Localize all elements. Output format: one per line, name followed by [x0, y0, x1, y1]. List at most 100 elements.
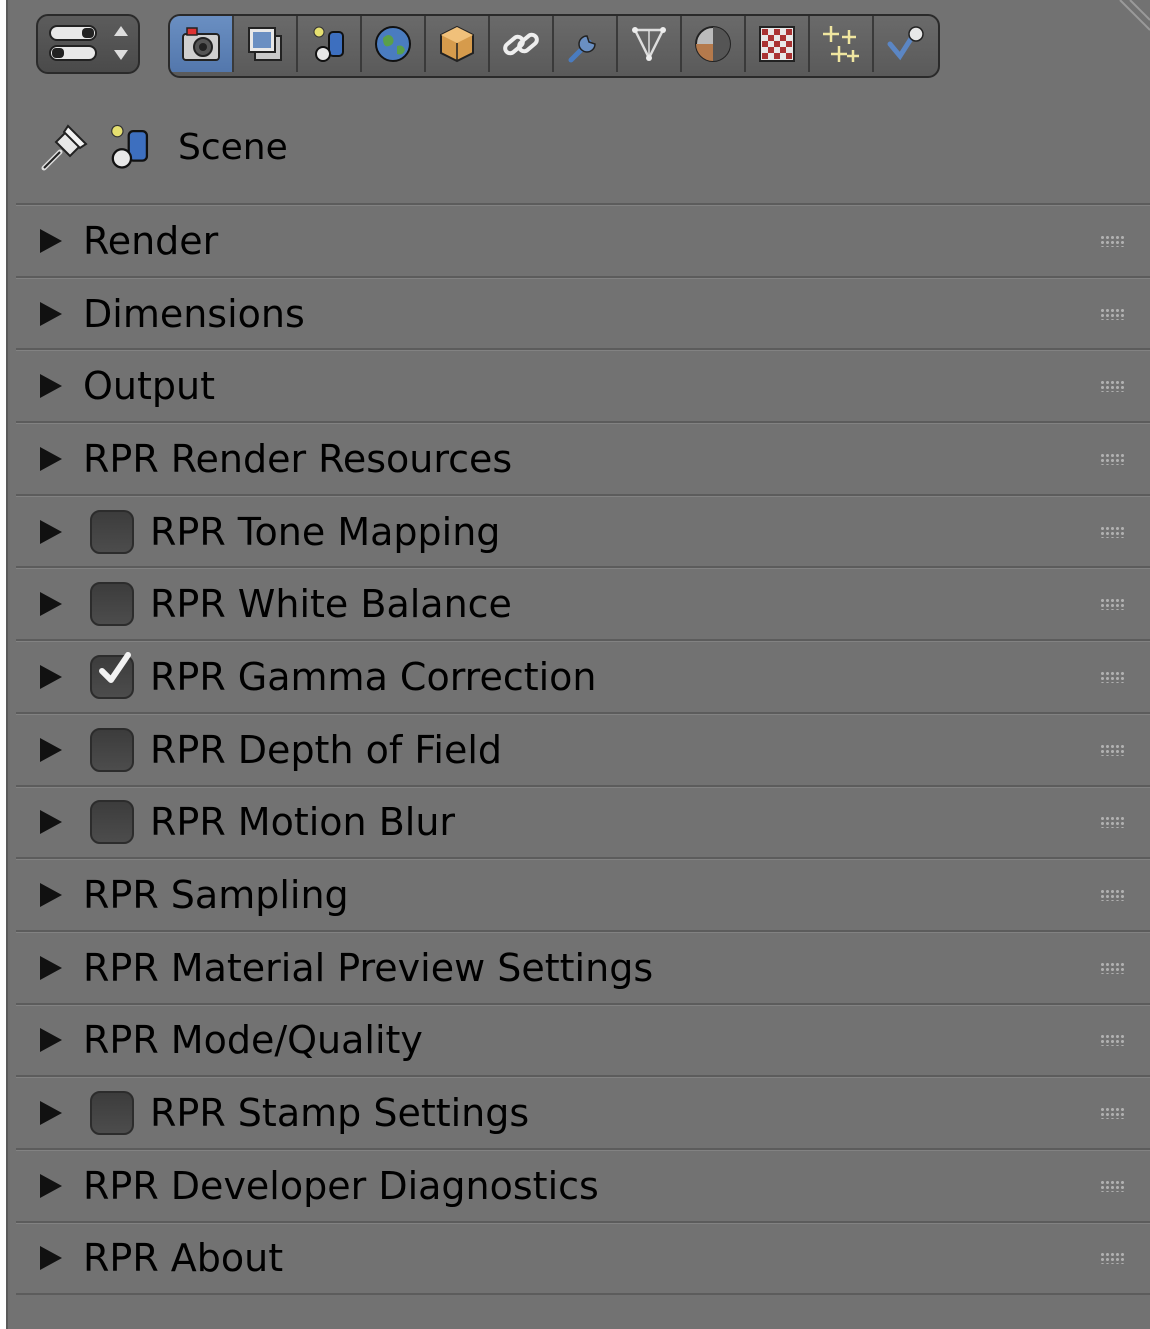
panel-label: RPR White Balance: [150, 582, 512, 627]
panel-header[interactable]: RPR About: [16, 1222, 1150, 1296]
drag-handle-icon[interactable]: [1100, 1252, 1124, 1265]
constraints-icon: [503, 32, 539, 56]
material-icon: [695, 26, 731, 62]
panel-label: RPR Motion Blur: [150, 800, 456, 845]
drag-handle-icon[interactable]: [1100, 961, 1124, 974]
tab-object[interactable]: [426, 16, 490, 72]
panel-header[interactable]: RPR Tone Mapping: [16, 495, 1150, 569]
drag-handle-icon[interactable]: [1100, 743, 1124, 756]
tab-render[interactable]: [170, 16, 234, 72]
panel-label: RPR Render Resources: [83, 436, 513, 481]
physics-icon: [887, 26, 924, 61]
disclosure-triangle-icon[interactable]: [40, 519, 62, 544]
drag-handle-icon[interactable]: [1100, 889, 1124, 902]
panel-label: Dimensions: [83, 291, 305, 336]
particles-icon: [823, 26, 859, 62]
drag-handle-icon[interactable]: [1100, 307, 1124, 320]
disclosure-triangle-icon[interactable]: [40, 301, 62, 326]
world-icon: [375, 26, 411, 62]
panel-enable-checkbox[interactable]: [90, 582, 134, 627]
drag-handle-icon[interactable]: [1100, 1107, 1124, 1120]
panel-header[interactable]: RPR White Balance: [16, 568, 1150, 642]
drag-handle-icon[interactable]: [1100, 816, 1124, 829]
tab-particles[interactable]: [810, 16, 874, 72]
drag-handle-icon[interactable]: [1100, 380, 1124, 393]
panel-header[interactable]: RPR Material Preview Settings: [16, 931, 1150, 1005]
disclosure-triangle-icon[interactable]: [40, 1173, 62, 1198]
properties-editor: Scene Render Dimensions Output RPR Render R…: [6, 0, 1150, 1329]
disclosure-triangle-icon[interactable]: [40, 664, 62, 689]
panel-header[interactable]: RPR Gamma Correction: [16, 641, 1150, 714]
panel-label: RPR Mode/Quality: [83, 1018, 423, 1063]
checkmark-icon: [99, 651, 131, 683]
tab-render-layers[interactable]: [234, 16, 298, 72]
disclosure-triangle-icon[interactable]: [40, 1028, 62, 1053]
tab-constraints[interactable]: [490, 16, 554, 72]
drag-handle-icon[interactable]: [1100, 670, 1124, 683]
panel-header[interactable]: RPR Sampling: [16, 859, 1150, 932]
object-icon: [440, 25, 474, 63]
panel-header[interactable]: RPR Mode/Quality: [16, 1004, 1150, 1078]
drag-handle-icon[interactable]: [1100, 525, 1124, 538]
panel-enable-checkbox[interactable]: [90, 651, 134, 699]
drag-handle-icon[interactable]: [1100, 234, 1124, 247]
tab-world[interactable]: [362, 16, 426, 72]
panel-enable-checkbox[interactable]: [90, 509, 134, 554]
disclosure-triangle-icon[interactable]: [40, 1101, 62, 1126]
panel-header[interactable]: RPR Developer Diagnostics: [16, 1149, 1150, 1223]
panel-label: RPR Tone Mapping: [150, 509, 501, 554]
tab-material[interactable]: [682, 16, 746, 72]
panel-label: RPR Depth of Field: [150, 727, 503, 772]
area-resize-corner-icon[interactable]: [1110, 0, 1150, 40]
panel-enable-checkbox[interactable]: [90, 727, 134, 772]
tab-data[interactable]: [618, 16, 682, 72]
render-camera-icon: [182, 27, 220, 61]
disclosure-triangle-icon[interactable]: [40, 446, 62, 471]
panel-label: Render: [83, 218, 219, 263]
panel-label: RPR Gamma Correction: [150, 654, 597, 699]
tab-texture[interactable]: [746, 16, 810, 72]
panel-label: RPR Sampling: [83, 873, 349, 918]
scene-icon: [111, 124, 149, 169]
panel-header[interactable]: Render: [16, 205, 1150, 278]
scene-icon: [313, 26, 344, 62]
drag-handle-icon[interactable]: [1100, 598, 1124, 611]
panel-header[interactable]: RPR Stamp Settings: [16, 1077, 1150, 1150]
panel-header[interactable]: RPR Render Resources: [16, 423, 1150, 496]
disclosure-triangle-icon[interactable]: [40, 228, 62, 253]
panel-header[interactable]: Output: [16, 350, 1150, 424]
disclosure-triangle-icon[interactable]: [40, 592, 62, 617]
render-layers-icon: [248, 27, 282, 61]
panel-header[interactable]: Dimensions: [16, 277, 1150, 351]
tab-physics[interactable]: [874, 16, 938, 72]
panel-header[interactable]: RPR Depth of Field: [16, 713, 1150, 787]
breadcrumb: Scene: [38, 112, 288, 182]
panel-label: Output: [83, 364, 215, 409]
drag-handle-icon[interactable]: [1100, 452, 1124, 465]
mesh-data-icon: [632, 27, 666, 61]
context-label: Scene: [178, 126, 288, 168]
texture-icon: [759, 26, 795, 62]
drag-handle-icon[interactable]: [1100, 1179, 1124, 1192]
panel-label: RPR About: [83, 1236, 284, 1281]
panel-label: RPR Material Preview Settings: [83, 945, 654, 990]
tab-scene[interactable]: [298, 16, 362, 72]
panel-list: Render Dimensions Output RPR Render Resourc…: [16, 205, 1150, 1296]
panel-enable-checkbox[interactable]: [90, 1091, 134, 1136]
disclosure-triangle-icon[interactable]: [40, 1246, 62, 1271]
panel-enable-checkbox[interactable]: [90, 800, 134, 845]
tab-modifiers[interactable]: [554, 16, 618, 72]
context-tabs: [168, 14, 940, 78]
editor-type-button[interactable]: [36, 14, 140, 74]
panel-label: RPR Stamp Settings: [150, 1091, 530, 1136]
disclosure-triangle-icon[interactable]: [40, 737, 62, 762]
disclosure-triangle-icon[interactable]: [40, 810, 62, 835]
modifiers-icon: [568, 35, 596, 63]
disclosure-triangle-icon[interactable]: [40, 374, 62, 399]
panel-header[interactable]: RPR Motion Blur: [16, 786, 1150, 860]
disclosure-triangle-icon[interactable]: [40, 883, 62, 908]
panel-label: RPR Developer Diagnostics: [83, 1163, 599, 1208]
pin-icon[interactable]: [38, 120, 92, 174]
disclosure-triangle-icon[interactable]: [40, 955, 62, 980]
drag-handle-icon[interactable]: [1100, 1034, 1124, 1047]
